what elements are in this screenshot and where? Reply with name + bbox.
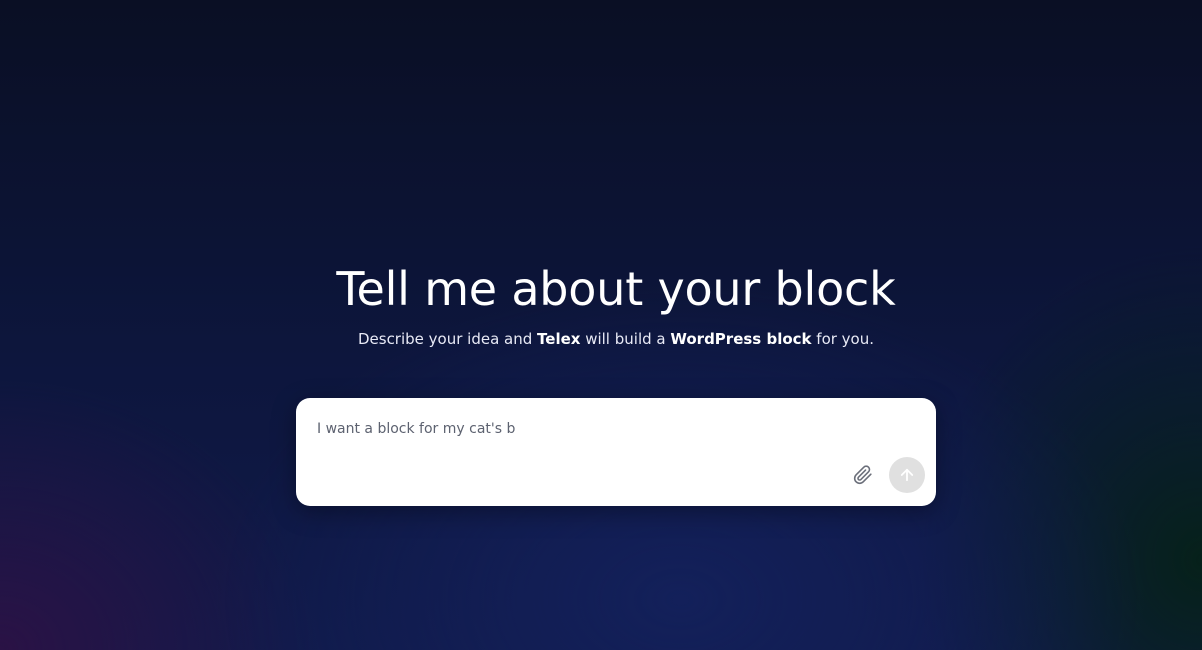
page-subtitle: Describe your idea and Telex will build …	[0, 328, 1202, 350]
brand-name: Telex	[537, 330, 581, 348]
hero-section: Tell me about your block Describe your i…	[0, 0, 1202, 650]
arrow-up-icon	[900, 468, 914, 482]
paperclip-icon	[853, 465, 872, 485]
subtitle-text-2: will build a	[580, 330, 671, 348]
product-name: WordPress block	[670, 330, 812, 348]
page-title: Tell me about your block	[336, 262, 896, 316]
prompt-input[interactable]	[317, 417, 837, 441]
prompt-card	[296, 398, 936, 506]
attach-file-button[interactable]	[850, 462, 876, 488]
subtitle-text-1: Describe your idea and	[357, 330, 538, 348]
subtitle-text-3: for you.	[811, 330, 875, 348]
send-button[interactable]	[889, 457, 925, 493]
